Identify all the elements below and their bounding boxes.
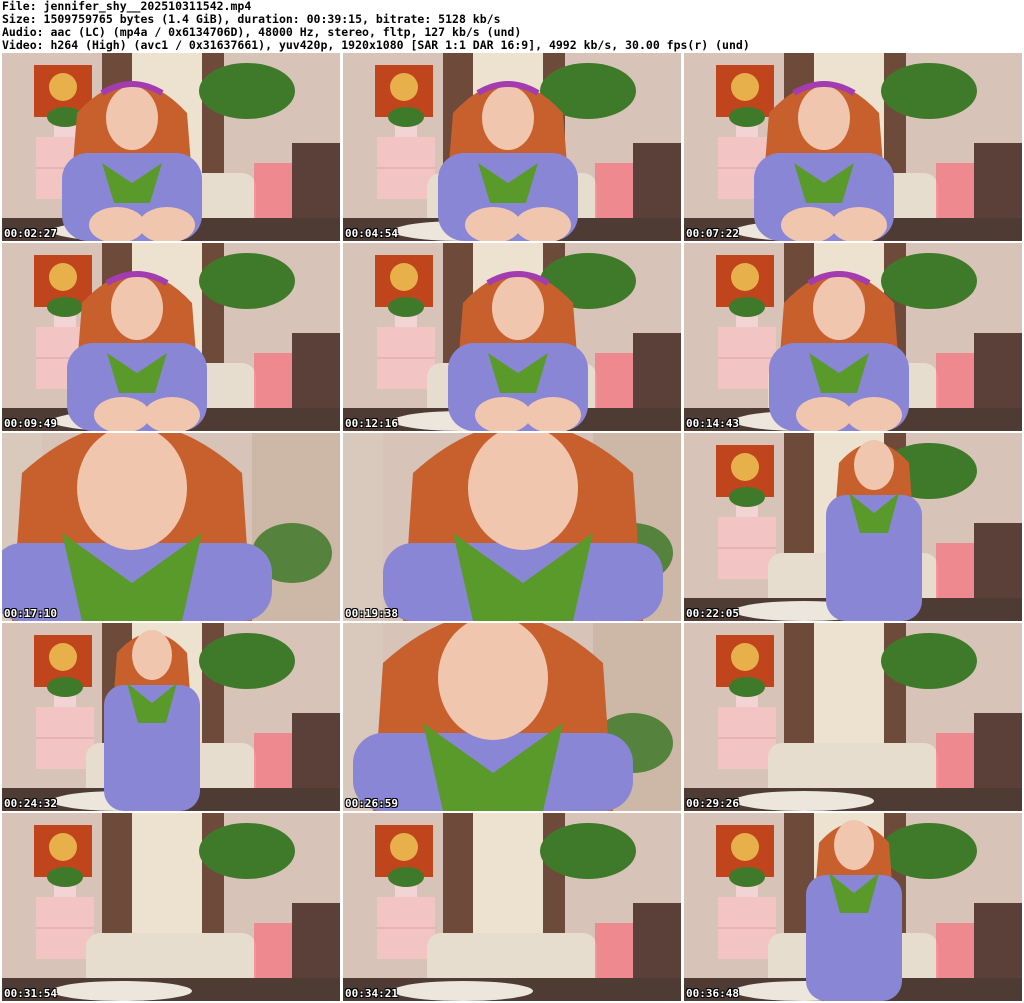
metadata-header: File: jennifer_shy__202510311542.mp4 Siz… — [2, 0, 1022, 52]
video-thumbnail: 00:31:54 — [2, 813, 340, 1001]
video-thumbnail: 00:17:10 — [2, 433, 340, 621]
video-thumbnail: 00:26:59 — [343, 623, 681, 811]
thumbnail-timestamp: 00:22:05 — [686, 607, 739, 620]
video-thumbnail: 00:12:16 — [343, 243, 681, 431]
video-thumbnail: 00:14:43 — [684, 243, 1022, 431]
thumbnail-timestamp: 00:12:16 — [345, 417, 398, 430]
thumbnail-timestamp: 00:17:10 — [4, 607, 57, 620]
thumbnail-timestamp: 00:31:54 — [4, 987, 57, 1000]
video-thumbnail: 00:09:49 — [2, 243, 340, 431]
video-thumbnail: 00:02:27 — [2, 53, 340, 241]
thumbnail-timestamp: 00:02:27 — [4, 227, 57, 240]
video-thumbnail: 00:22:05 — [684, 433, 1022, 621]
thumbnail-timestamp: 00:04:54 — [345, 227, 398, 240]
thumbnail-timestamp: 00:34:21 — [345, 987, 398, 1000]
video-info-line: Video: h264 (High) (avc1 / 0x31637661), … — [2, 38, 750, 52]
video-thumbnail: 00:34:21 — [343, 813, 681, 1001]
thumbnail-timestamp: 00:19:38 — [345, 607, 398, 620]
thumbnail-timestamp: 00:36:48 — [686, 987, 739, 1000]
thumbnail-timestamp: 00:14:43 — [686, 417, 739, 430]
thumbnail-timestamp: 00:26:59 — [345, 797, 398, 810]
video-thumbnail: 00:19:38 — [343, 433, 681, 621]
video-thumbnail: 00:07:22 — [684, 53, 1022, 241]
video-thumbnail: 00:29:26 — [684, 623, 1022, 811]
thumbnail-grid: 00:02:27 00:04:54 00:07:22 00:09:49 00:12:16… — [2, 53, 1022, 1003]
video-thumbnail: 00:24:32 — [2, 623, 340, 811]
video-thumbnail: 00:04:54 — [343, 53, 681, 241]
video-thumbnail: 00:36:48 — [684, 813, 1022, 1001]
thumbnail-timestamp: 00:09:49 — [4, 417, 57, 430]
thumbnail-timestamp: 00:07:22 — [686, 227, 739, 240]
thumbnail-timestamp: 00:29:26 — [686, 797, 739, 810]
thumbnail-timestamp: 00:24:32 — [4, 797, 57, 810]
